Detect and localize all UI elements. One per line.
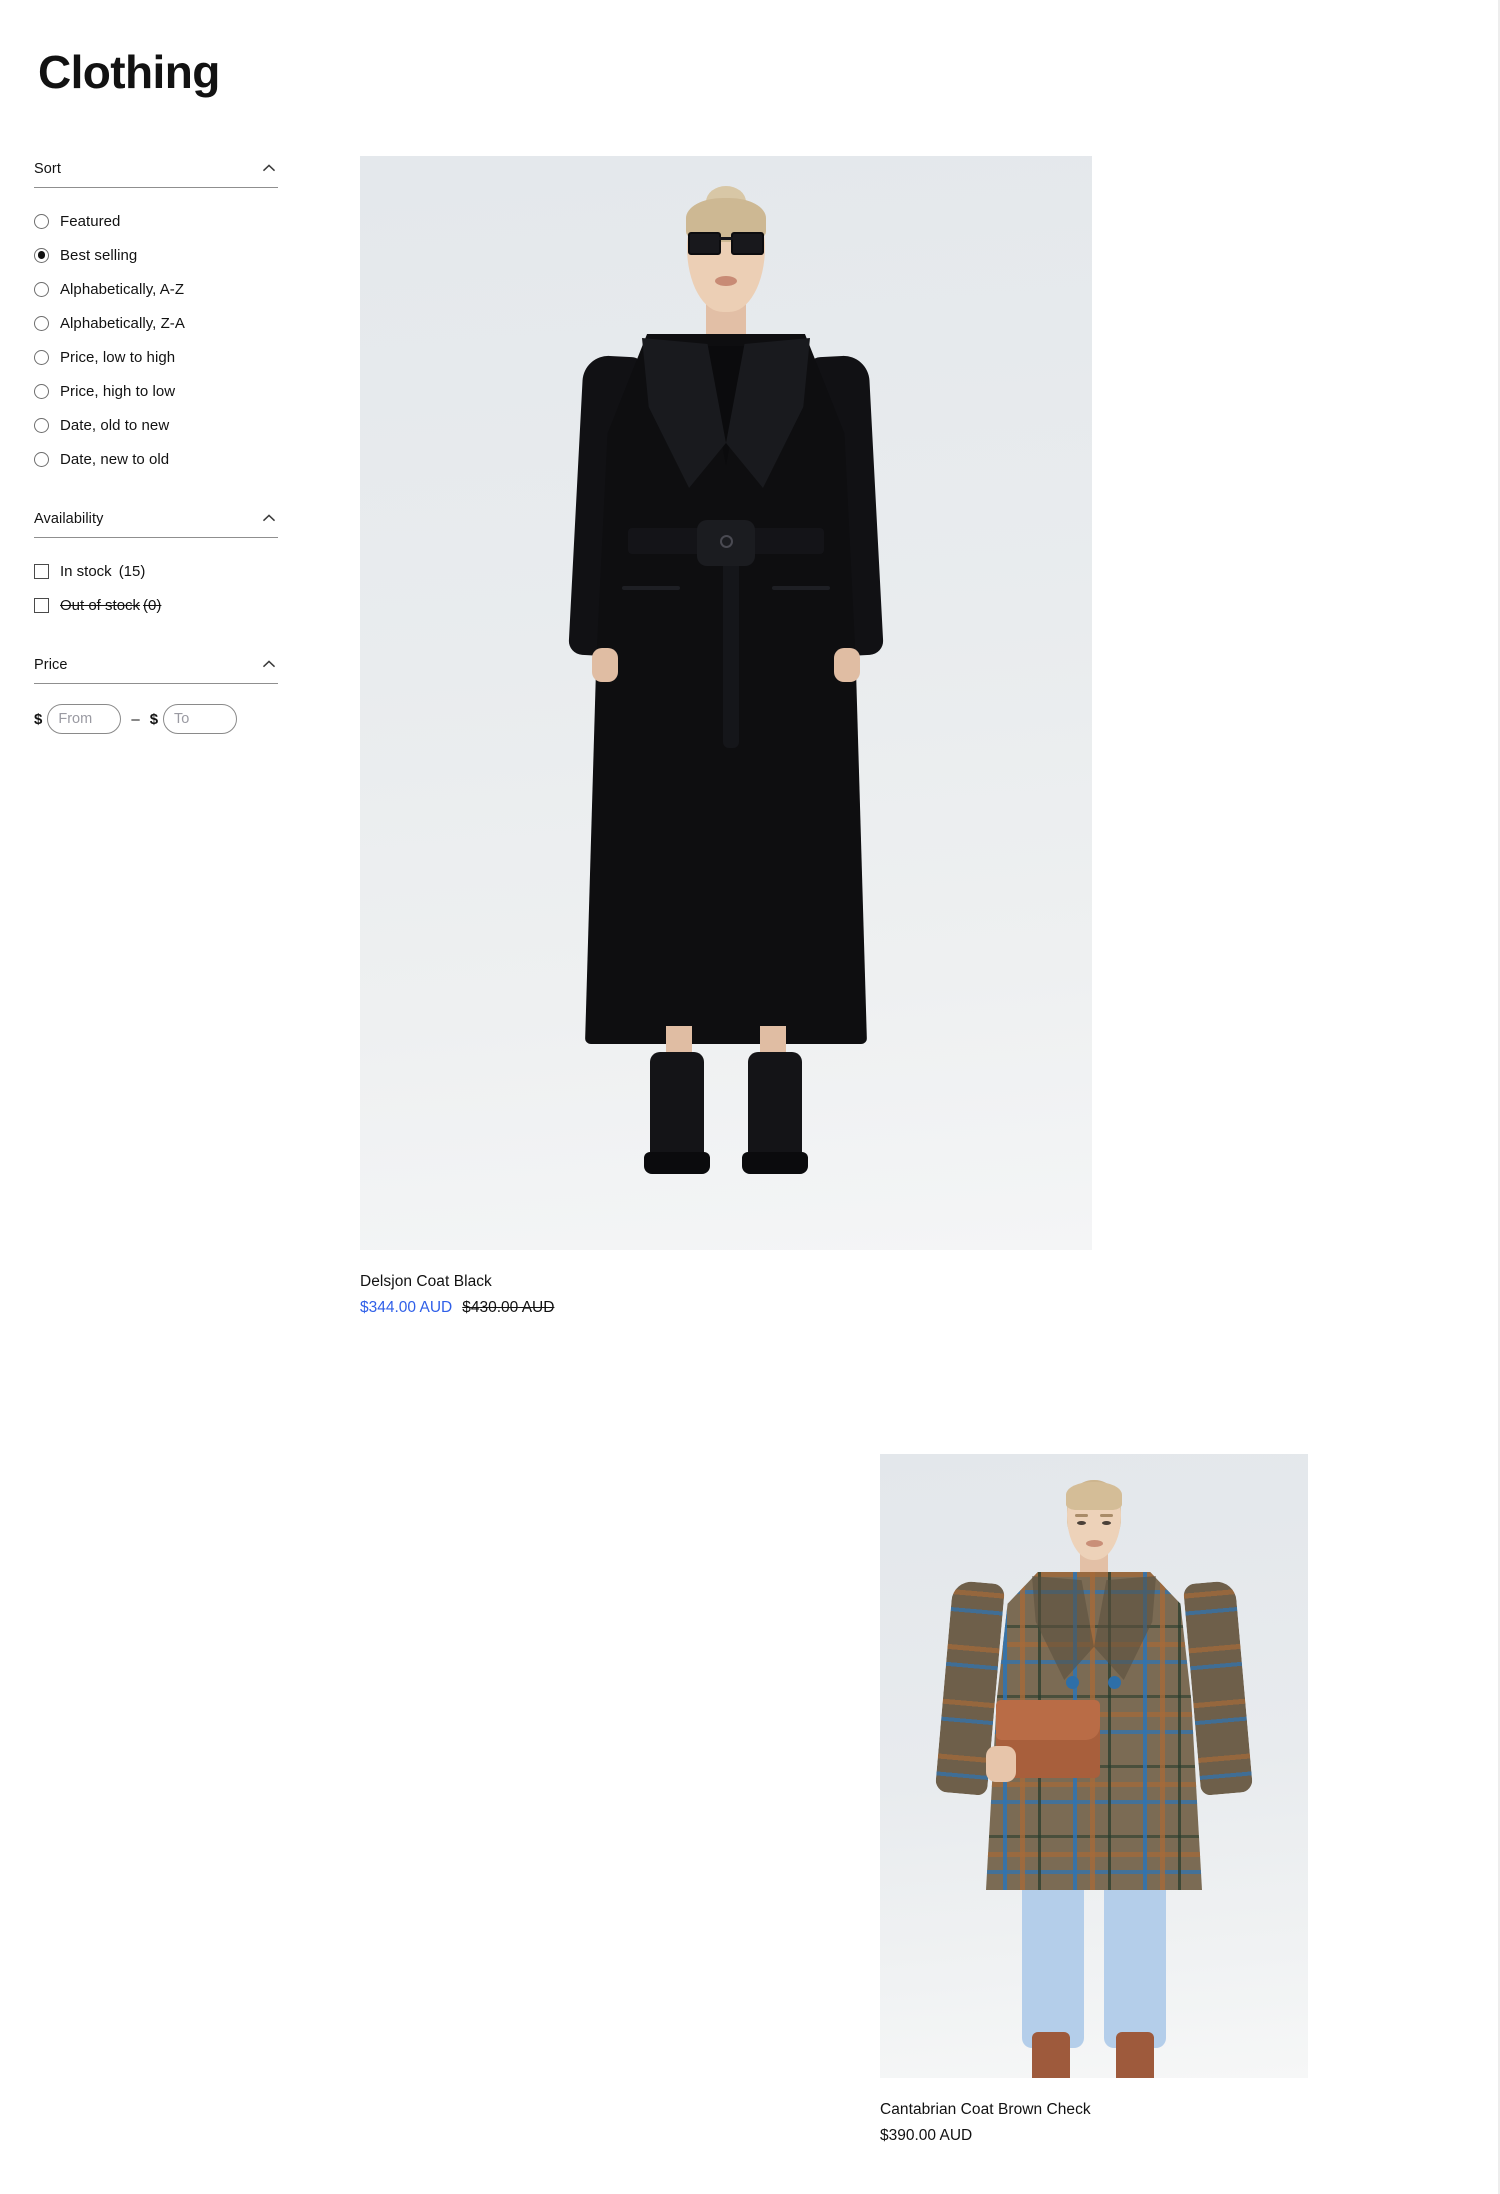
price-to-input[interactable] [163,704,238,734]
product-price: $390.00 AUD [880,2127,973,2145]
currency-symbol-to: $ [149,710,159,728]
sort-option-price-low-high[interactable]: Price, low to high [34,340,278,374]
facet-availability-title: Availability [34,511,104,527]
boot-sole-left [644,1152,710,1174]
model-eye-left [1077,1521,1086,1525]
availability-option-text: Out of stock (0) [60,597,161,614]
sort-option-price-high-low[interactable]: Price, high to low [34,374,278,408]
checkbox-icon[interactable] [34,563,49,579]
sunglass-lens-right [731,232,764,255]
product-image-delsjon-coat-black[interactable] [360,156,1092,1250]
boot-left [1032,2032,1070,2078]
radio-icon[interactable] [34,383,49,399]
product-card[interactable]: Cantabrian Coat Brown Check $390.00 AUD [880,1454,1308,2146]
facet-sort-title: Sort [34,161,61,177]
product-photo-scene [880,1454,1308,2078]
sort-option-featured[interactable]: Featured [34,204,278,238]
sort-option-date-old-new[interactable]: Date, old to new [34,408,278,442]
handbag-flap [996,1700,1100,1740]
facet-sort-header[interactable]: Sort [34,160,278,188]
sort-option-label: Date, old to new [60,416,170,434]
model-hand-left [986,1746,1016,1782]
product-info: Cantabrian Coat Brown Check $390.00 AUD [880,2078,1308,2146]
belt-tie-end [723,560,739,748]
chevron-up-icon[interactable] [262,161,276,175]
model-brow-left [1075,1514,1088,1517]
facet-availability: Availability In stock (15) Out of stock (0… [34,510,278,622]
sort-option-label: Alphabetically, Z-A [60,314,185,332]
price-range-separator: – [131,710,140,728]
facet-price: Price $ – $ [34,656,278,734]
radio-icon[interactable] [34,213,49,229]
sort-option-date-new-old[interactable]: Date, new to old [34,442,278,476]
facet-sort-body: Featured Best selling Alphabetically, A-… [34,188,278,476]
boot-right [748,1052,802,1168]
product-info: Delsjon Coat Black $344.00 AUD $430.00 AU… [360,1250,1092,1318]
model-eye-right [1102,1521,1111,1525]
coat-button-right [1108,1676,1121,1689]
availability-option-label: In stock [60,562,112,580]
boot-right [1116,2032,1154,2078]
facet-price-title: Price [34,657,68,673]
sunglass-lens-left [688,232,721,255]
sort-option-best-selling[interactable]: Best selling [34,238,278,272]
availability-option-count: (15) [118,562,146,580]
sort-option-label: Featured [60,212,121,230]
sunglasses [688,232,764,256]
facet-price-header[interactable]: Price [34,656,278,684]
radio-icon[interactable] [34,349,49,365]
radio-selected-icon[interactable] [34,247,49,263]
product-price-block: $390.00 AUD [880,2126,1308,2146]
price-from-input[interactable] [47,704,122,734]
chevron-up-icon[interactable] [262,511,276,525]
product-card[interactable]: Delsjon Coat Black $344.00 AUD $430.00 AU… [360,156,1092,1318]
product-title[interactable]: Cantabrian Coat Brown Check [880,2100,1308,2120]
checkbox-icon[interactable] [34,597,49,613]
product-photo-scene [360,156,1092,1250]
product-sale-price: $344.00 AUD [360,1299,453,1317]
boot-left [650,1052,704,1168]
product-title[interactable]: Delsjon Coat Black [360,1272,1092,1292]
boot-sole-right [742,1152,808,1174]
availability-option-text: In stock (15) [60,563,145,580]
sort-option-label: Price, high to low [60,382,176,400]
chevron-up-icon[interactable] [262,657,276,671]
coat-button-left [1066,1676,1079,1689]
sunglass-bridge [719,237,733,240]
sort-option-label: Date, new to old [60,450,170,468]
model-lips [1085,1540,1103,1547]
product-compare-at-price: $430.00 AUD [462,1299,555,1317]
coat-pocket-left [622,586,680,590]
model-hair-front [1066,1482,1122,1510]
sort-option-label: Alphabetically, A-Z [60,280,185,298]
availability-option-in-stock[interactable]: In stock (15) [34,554,278,588]
facet-price-body: $ – $ [34,684,278,734]
availability-option-out-of-stock[interactable]: Out of stock (0) [34,588,278,622]
model-hand-right [834,648,860,682]
model-lips [715,276,737,286]
radio-icon[interactable] [34,451,49,467]
availability-option-count: (0) [143,596,162,614]
coat-pocket-right [772,586,830,590]
sort-option-alphabetically-az[interactable]: Alphabetically, A-Z [34,272,278,306]
belt-buckle [719,535,733,548]
model-hand-left [592,648,618,682]
product-image-cantabrian-coat-brown-check[interactable] [880,1454,1308,2078]
sort-option-label: Best selling [60,246,138,264]
facet-availability-header[interactable]: Availability [34,510,278,538]
page-title: Clothing [38,45,220,98]
currency-symbol-from: $ [34,710,43,728]
radio-icon[interactable] [34,281,49,297]
sort-option-alphabetically-za[interactable]: Alphabetically, Z-A [34,306,278,340]
availability-option-label: Out of stock [60,596,141,614]
radio-icon[interactable] [34,417,49,433]
sort-option-label: Price, low to high [60,348,176,366]
facet-availability-body: In stock (15) Out of stock (0) [34,538,278,622]
facet-sort: Sort Featured Best selling Alphabeticall… [34,160,278,476]
radio-icon[interactable] [34,315,49,331]
price-range-row: $ – $ [34,690,278,734]
product-price-block: $344.00 AUD $430.00 AUD [360,1298,1092,1318]
filter-sidebar: Sort Featured Best selling Alphabeticall… [34,160,278,740]
model-brow-right [1100,1514,1113,1517]
